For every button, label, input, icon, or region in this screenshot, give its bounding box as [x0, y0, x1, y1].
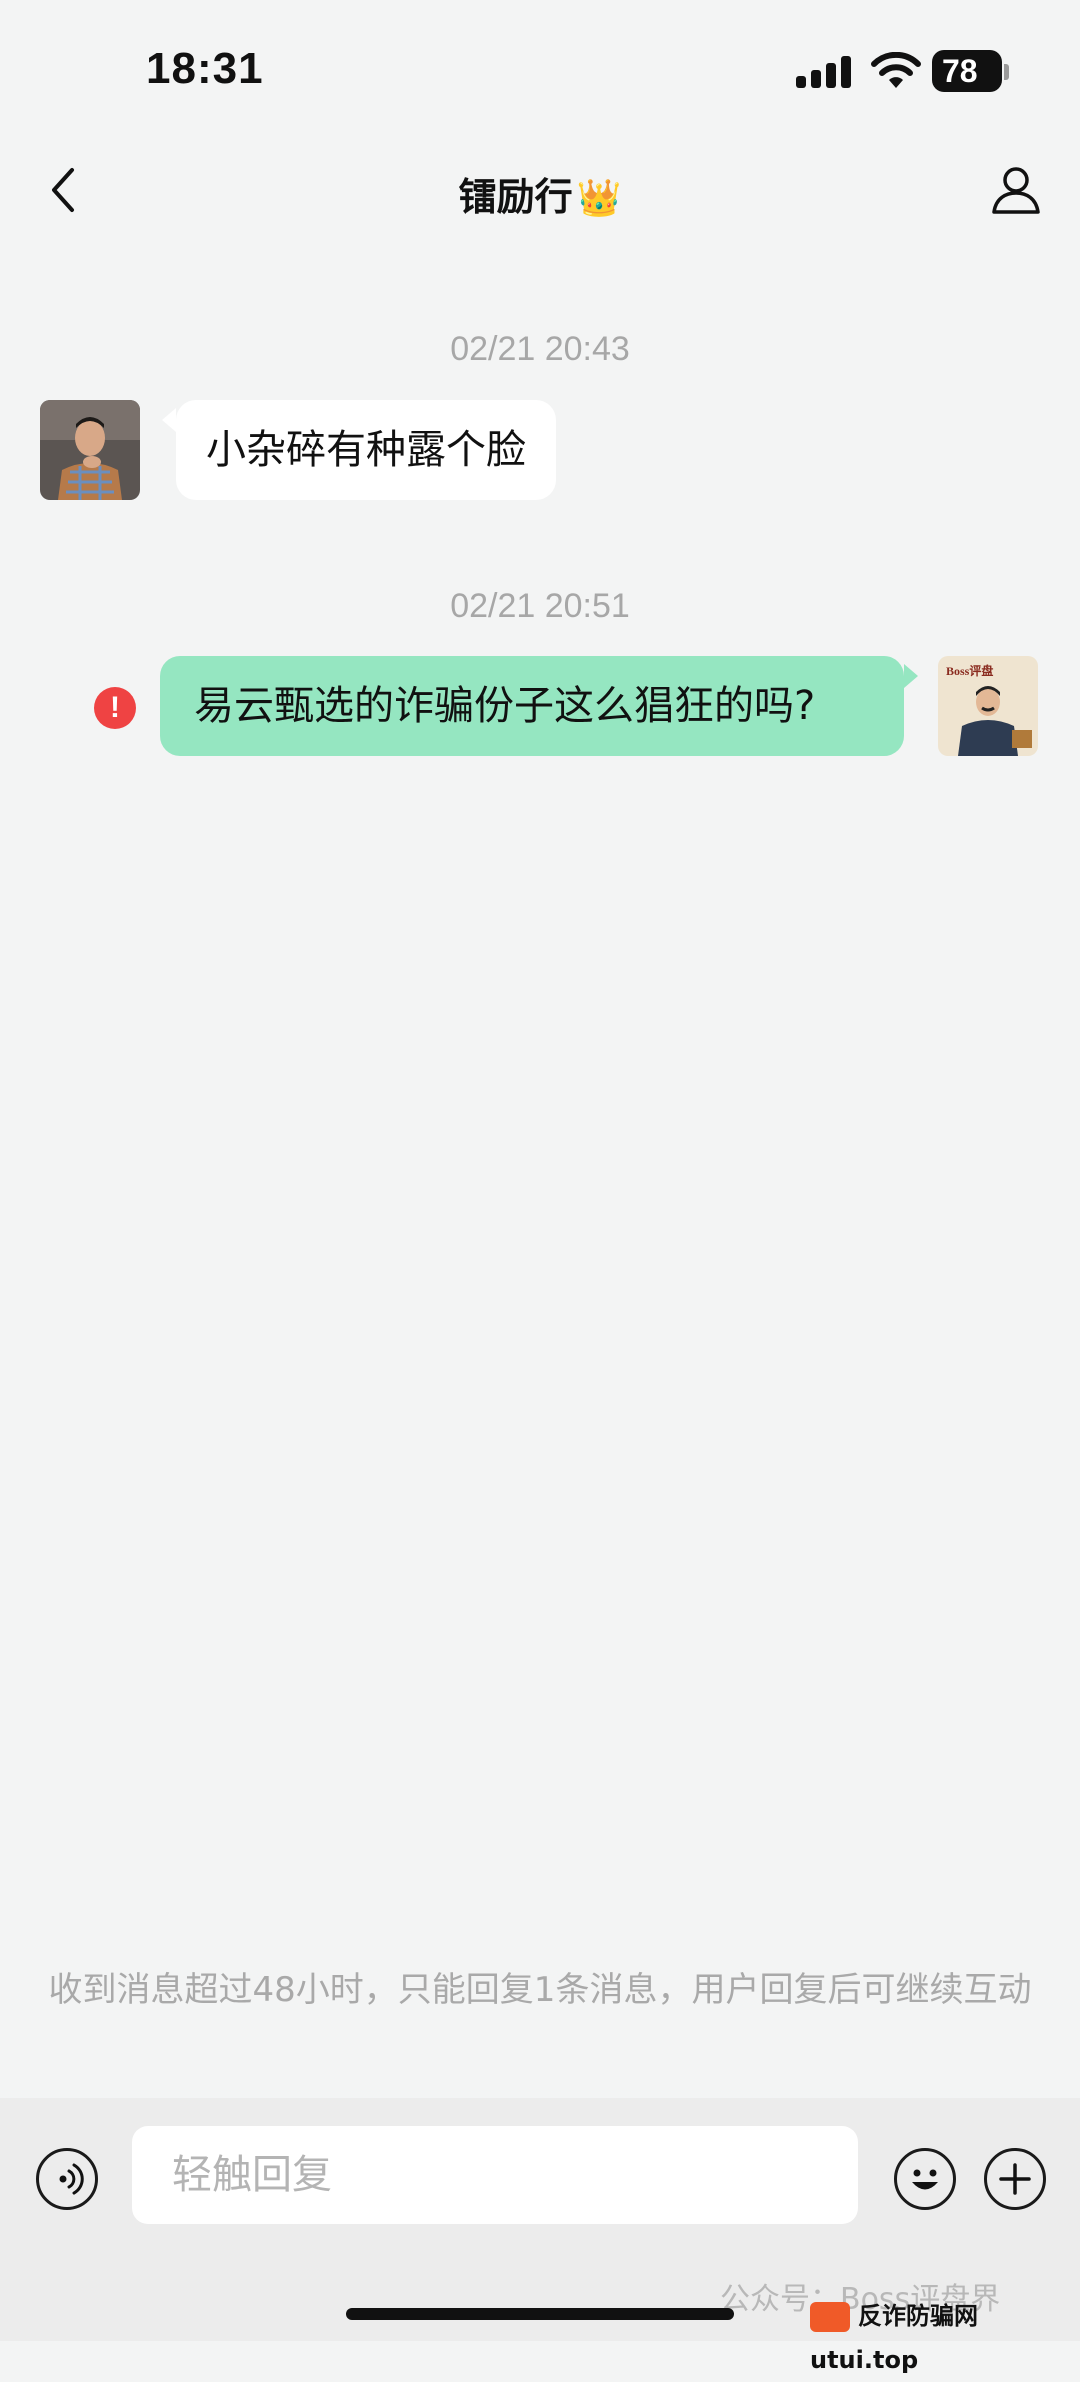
site-logo-icon	[810, 2302, 850, 2332]
message-text: 易云甄选的诈骗份子这么猖狂的吗?	[194, 683, 816, 729]
emoji-button[interactable]	[894, 2148, 956, 2210]
bubble-tail	[904, 664, 918, 688]
crown-icon: 👑	[576, 178, 622, 219]
bubble-tail	[162, 408, 176, 432]
voice-button[interactable]	[36, 2148, 98, 2210]
reply-input[interactable]	[132, 2126, 858, 2224]
my-avatar[interactable]: Boss评盘	[938, 656, 1038, 756]
incoming-message-bubble[interactable]: 小杂碎有种露个脸	[176, 400, 556, 500]
contact-avatar[interactable]	[40, 400, 140, 500]
battery-level: 78	[942, 53, 978, 89]
site-badge: 反诈防骗网 utui.top	[810, 2294, 1080, 2374]
profile-button[interactable]	[986, 160, 1046, 220]
outgoing-message-bubble[interactable]: 易云甄选的诈骗份子这么猖狂的吗?	[160, 656, 904, 756]
chat-header: 镭励行 👑	[0, 140, 1080, 240]
status-bar: 18:31 78	[0, 0, 1080, 140]
page-title: 镭励行 👑	[0, 166, 1080, 221]
contact-name: 镭励行	[458, 175, 573, 219]
message-timestamp: 02/21 20:51	[450, 587, 630, 625]
cellular-signal-icon	[796, 56, 852, 88]
battery-tip	[1004, 64, 1009, 80]
battery-indicator: 78	[932, 50, 1002, 92]
reply-limit-notice: 收到消息超过48小时，只能回复1条消息，用户回复后可继续互动	[48, 1970, 1032, 2010]
message-text: 小杂碎有种露个脸	[206, 427, 526, 473]
avatar-illustration	[958, 686, 1032, 756]
send-failed-icon[interactable]: !	[94, 687, 136, 729]
plus-button[interactable]	[984, 2148, 1046, 2210]
message-timestamp: 02/21 20:43	[450, 330, 630, 368]
home-indicator[interactable]	[346, 2308, 734, 2320]
wifi-icon	[871, 52, 921, 88]
status-time: 18:31	[146, 44, 264, 93]
